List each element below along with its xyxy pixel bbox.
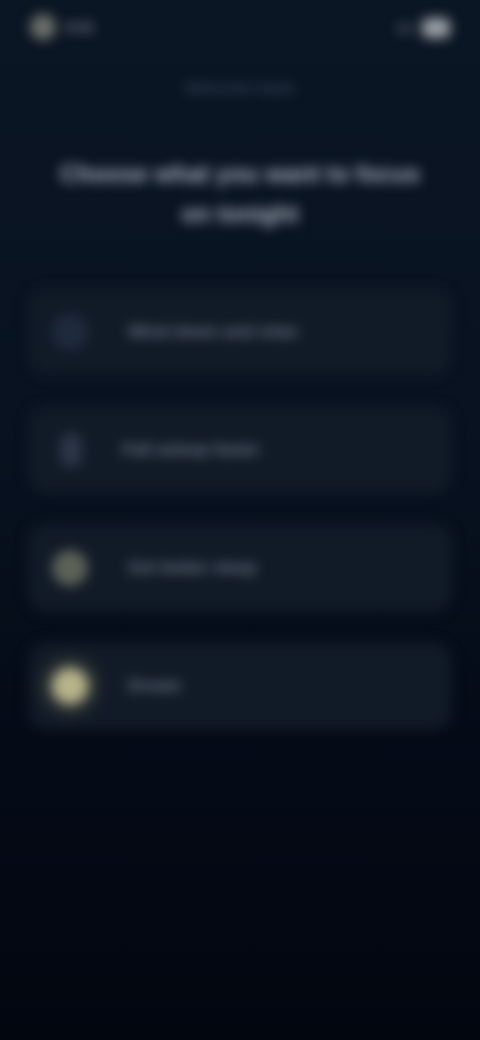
status-right: 5G [397,18,450,38]
status-bar: 9:41 5G [0,0,480,60]
option-card-2[interactable]: Fall asleep faster [28,406,452,494]
page-title: Choose what you want to focus on tonight [59,161,420,228]
option-card-3[interactable]: Get better sleep [28,524,452,612]
option-card-4[interactable]: Dream [28,642,452,730]
status-time: 9:41 [66,19,95,35]
lamp-icon [60,433,82,467]
option-label: Get better sleep [128,558,257,577]
option-list: Wind down and relax Fall asleep faster G… [28,288,452,730]
option-card-1[interactable]: Wind down and relax [28,288,452,376]
option-label: Dream [128,676,181,695]
status-left: 9:41 [30,14,94,40]
option-label: Wind down and relax [128,322,298,341]
eyebrow-text: Welcome back [184,80,296,97]
moon-icon [52,314,88,350]
avatar[interactable] [30,14,56,40]
option-label: Fall asleep faster [122,440,260,459]
light-orb-icon [52,668,88,704]
battery-icon [422,18,450,38]
glow-icon [52,550,88,586]
blurred-content: 9:41 5G Welcome back Choose what you wan… [0,0,480,1040]
network-indicator: 5G [396,20,414,36]
screen: 9:41 5G Welcome back Choose what you wan… [0,0,480,1040]
